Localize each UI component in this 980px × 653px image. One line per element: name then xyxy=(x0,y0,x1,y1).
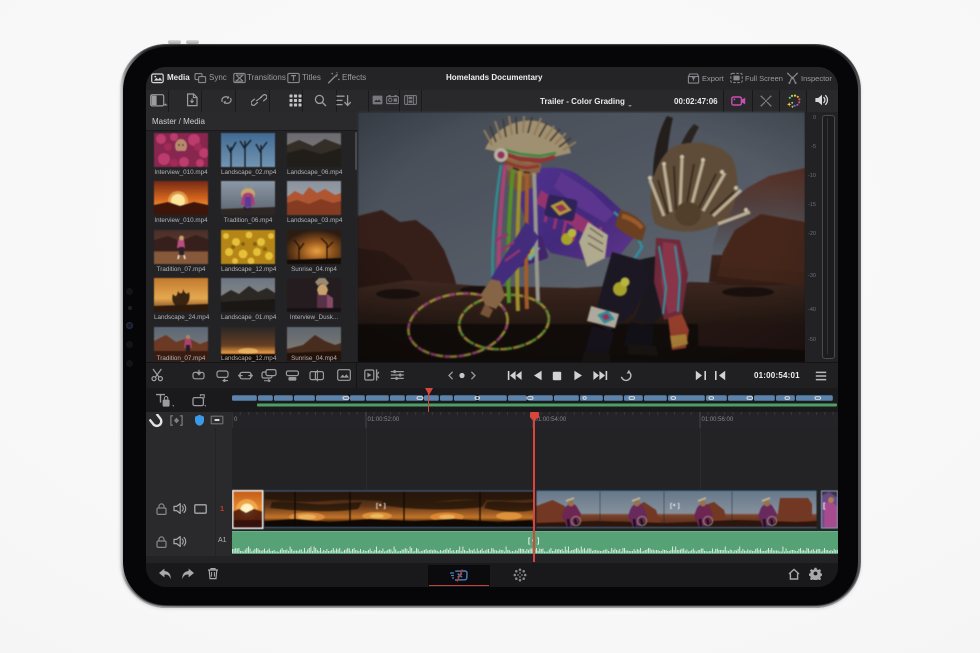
svg-text:]: ] xyxy=(678,503,680,510)
svg-text:]: ] xyxy=(537,538,539,545)
svg-text:]: ] xyxy=(384,503,386,510)
